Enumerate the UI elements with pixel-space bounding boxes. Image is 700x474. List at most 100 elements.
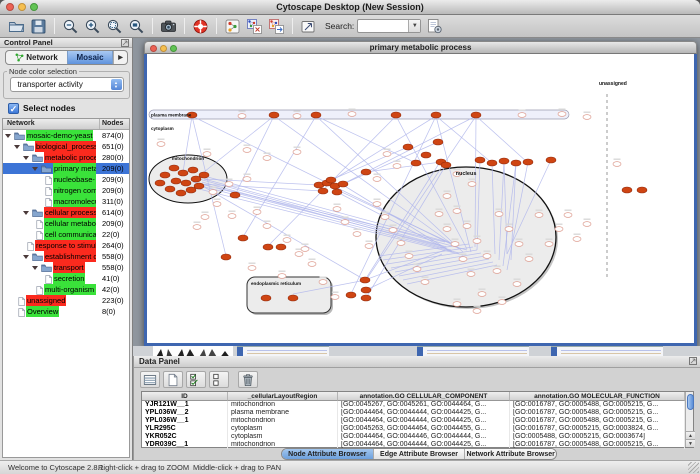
node-label <box>468 269 475 270</box>
background-window-fragment[interactable] <box>551 346 663 356</box>
node-color-dropdown[interactable]: transporter activity ▲▼ <box>10 77 124 92</box>
gene-node-selected-color <box>332 189 342 195</box>
annotation-icon <box>300 18 317 35</box>
tree-row-overview[interactable]: Overview8(0) <box>3 306 129 317</box>
column-header[interactable]: ID <box>142 392 228 401</box>
gene-node <box>373 177 381 182</box>
chevron-down-icon[interactable]: ▼ <box>408 20 420 32</box>
background-window-fragment[interactable] <box>237 346 329 356</box>
network-tree-header[interactable]: Network Nodes <box>3 119 129 130</box>
export-network-icon <box>268 18 285 35</box>
search-input[interactable]: ▼ <box>357 19 421 33</box>
tree-row-unassigned[interactable]: unassigned223(0) <box>3 295 129 306</box>
tree-row-cell-communicat[interactable]: cell communicat22(0) <box>3 229 129 240</box>
expander-icon[interactable] <box>32 266 38 270</box>
tab-node-attribute-browser[interactable]: Node Attribute Browser <box>282 449 373 459</box>
node-label <box>414 264 421 265</box>
expander-icon[interactable] <box>32 167 38 171</box>
tree-row-transport[interactable]: transport558(0) <box>3 262 129 273</box>
select-all-button[interactable] <box>186 371 206 388</box>
dropdown-stepper-icon[interactable]: ▲▼ <box>111 79 122 90</box>
import-network-button[interactable] <box>244 16 265 36</box>
float-panel-icon[interactable] <box>689 357 697 365</box>
toolbar-separator <box>184 18 185 34</box>
tree-row-nucleobase[interactable]: nucleobase-209(0) <box>3 174 129 185</box>
tab-network-attribute-browser[interactable]: Network Attribute Browser <box>464 449 556 459</box>
table-row[interactable]: YPL036W__2plasma membrane[GO:0044464, GO… <box>142 409 685 417</box>
tree-row-multi-organism-pro[interactable]: multi-organism pro42(0) <box>3 284 129 295</box>
zoom-fit-button[interactable] <box>126 16 147 36</box>
background-window-fragment[interactable] <box>417 346 529 356</box>
open-file-button[interactable] <box>6 16 27 36</box>
column-header[interactable]: annotation.GO CELLULAR_COMPONENT <box>338 392 510 401</box>
gene-node <box>459 257 467 262</box>
tab-network[interactable]: Network <box>6 51 67 64</box>
tree-row-metabolic-process[interactable]: metabolic process280(0) <box>3 152 129 163</box>
tree-row-secretion[interactable]: secretion41(0) <box>3 273 129 284</box>
titlebar[interactable]: Cytoscape Desktop (New Session) <box>0 0 700 15</box>
gene-node-selected-color <box>637 187 647 193</box>
gene-node-selected-color <box>361 169 371 175</box>
select-nodes-checkbox[interactable]: ✓ <box>8 103 19 114</box>
expander-icon[interactable] <box>23 211 29 215</box>
tab-mosaic[interactable]: Mosaic <box>67 51 113 64</box>
expander-icon[interactable] <box>14 145 20 149</box>
table-scrollbar[interactable]: ▲ ▼ <box>685 392 693 447</box>
expander-icon[interactable] <box>5 134 11 138</box>
tree-label: Overview <box>26 306 59 317</box>
zoom-in-button[interactable] <box>82 16 103 36</box>
table-row[interactable]: YJR121W__1mitochondrion[GO:0045267, GO:0… <box>142 401 685 409</box>
zoom-selected-button[interactable] <box>104 16 125 36</box>
zoom-out-button[interactable] <box>60 16 81 36</box>
tree-row-biological-process[interactable]: biological_process651(0) <box>3 141 129 152</box>
tab-overflow-button[interactable]: ▶ <box>113 51 127 64</box>
gene-node <box>283 238 291 243</box>
annotation-button[interactable] <box>298 16 319 36</box>
gene-node <box>253 210 261 215</box>
tree-row-response-to-stimulu[interactable]: response to stimulu264(0) <box>3 240 129 251</box>
network-view-titlebar[interactable]: primary metabolic process <box>144 41 697 54</box>
network-canvas[interactable]: plasma membranecytoplasmmitochondrionnuc… <box>147 54 694 343</box>
export-network-button[interactable] <box>266 16 287 36</box>
help-button[interactable] <box>190 16 211 36</box>
unselect-all-button[interactable] <box>209 371 229 388</box>
vizmapper-button[interactable] <box>222 16 243 36</box>
column-header[interactable]: annotation.GO MOLECULAR_FUNCTION <box>510 392 685 401</box>
node-label <box>514 279 521 280</box>
expander-icon[interactable] <box>23 255 29 259</box>
tab-edge-attribute-browser[interactable]: Edge Attribute Browser <box>373 449 465 459</box>
float-panel-icon[interactable] <box>121 39 129 47</box>
tree-row-nitrogen-compo[interactable]: nitrogen compo209(0) <box>3 185 129 196</box>
tree-row-cellular-metabo[interactable]: cellular metabo209(0) <box>3 218 129 229</box>
tree-row-macromolecule[interactable]: macromolecule311(0) <box>3 196 129 207</box>
search-config-button[interactable] <box>424 16 445 36</box>
gene-node <box>583 222 591 227</box>
column-header[interactable]: _cellularLayoutRegion <box>228 392 338 401</box>
table-row[interactable]: YKR052Ccytoplasm[GO:0044464, GO:0044446,… <box>142 433 685 441</box>
node-count: 209(0) <box>102 163 124 174</box>
gene-node <box>451 242 459 247</box>
gene-node <box>381 215 389 220</box>
network-view-window[interactable]: primary metabolic process plasma membran… <box>144 41 697 346</box>
table-row[interactable]: YPL036W__1mitochondrion[GO:0044464, GO:0… <box>142 417 685 425</box>
scroll-up-icon[interactable]: ▲ <box>686 431 695 439</box>
resize-grip[interactable] <box>688 462 699 473</box>
file-icon <box>27 242 34 251</box>
expander-icon[interactable] <box>23 156 29 160</box>
table-row[interactable]: YLR295Ccytoplasm[GO:0045263, GO:0044464,… <box>142 425 685 433</box>
attribute-select-button[interactable] <box>140 371 160 388</box>
tree-row-mosaic-demo-yeast[interactable]: mosaic-demo-yeast874(0) <box>3 130 129 141</box>
scroll-down-icon[interactable]: ▼ <box>686 439 695 447</box>
tree-row-cellular-process[interactable]: cellular process614(0) <box>3 207 129 218</box>
delete-attribute-button[interactable] <box>238 371 258 388</box>
network-view-title: primary metabolic process <box>145 43 696 52</box>
scrollbar-thumb[interactable] <box>687 394 694 410</box>
attribute-create-button[interactable] <box>163 371 183 388</box>
tree-row-primary-metabol[interactable]: primary metabol209(0) <box>3 163 129 174</box>
snapshot-button[interactable] <box>158 16 179 36</box>
gene-node-selected-color <box>546 157 556 163</box>
save-button[interactable] <box>28 16 49 36</box>
gene-node <box>383 152 391 157</box>
node-label <box>444 224 451 225</box>
tree-row-establishment-of-lo[interactable]: establishment of lo558(0) <box>3 251 129 262</box>
